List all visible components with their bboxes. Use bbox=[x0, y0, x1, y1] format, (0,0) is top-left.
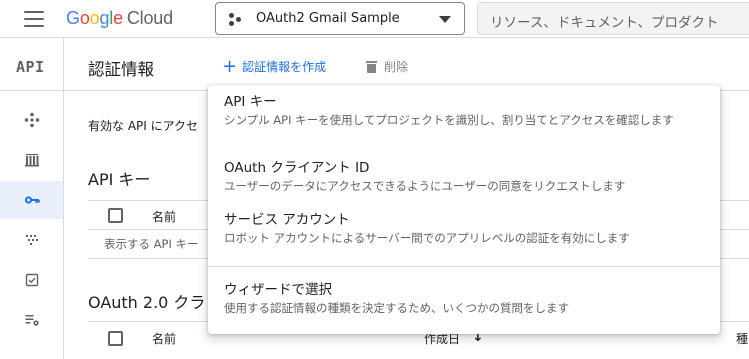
info-text: 有効な API にアクセ bbox=[88, 119, 199, 133]
menu-item-title: OAuth クライアント ID bbox=[224, 160, 370, 176]
consent-screen-icon[interactable] bbox=[0, 221, 63, 259]
menu-item-description: ロボット アカウントによるサーバー間でのアプリレベルの認証を有効にします bbox=[224, 231, 630, 245]
chevron-down-icon bbox=[439, 16, 451, 23]
menu-item-description: シンプル API キーを使用してプロジェクトを識別し、割り当てとアクセスを確認し… bbox=[224, 113, 674, 127]
menu-item-title: ウィザードで選択 bbox=[224, 282, 332, 298]
create-credentials-button[interactable]: + 認証情報を作成 bbox=[222, 55, 327, 77]
trash-icon bbox=[366, 60, 377, 73]
domain-verification-icon[interactable] bbox=[0, 261, 63, 299]
project-name: OAuth2 Gmail Sample bbox=[256, 11, 400, 26]
delete-label: 削除 bbox=[384, 60, 409, 74]
page-usage-settings-icon[interactable] bbox=[0, 301, 63, 339]
search-placeholder: リソース、ドキュメント、プロダクト bbox=[490, 15, 719, 31]
select-all-checkbox[interactable] bbox=[108, 208, 123, 223]
menu-icon[interactable] bbox=[24, 11, 44, 27]
logo-cloud-text: Cloud bbox=[126, 8, 173, 28]
menu-item-api-key[interactable]: API キー シンプル API キーを使用してプロジェクトを識別し、割り当てとア… bbox=[224, 93, 704, 129]
google-cloud-logo[interactable]: Google Cloud bbox=[66, 8, 173, 29]
top-app-bar: Google Cloud OAuth2 Gmail Sample リソース、ドキュ… bbox=[0, 0, 749, 38]
api-keys-empty-text: 表示する API キー bbox=[104, 237, 199, 251]
page-title: 認証情報 bbox=[88, 60, 154, 79]
search-input[interactable]: リソース、ドキュメント、プロダクト bbox=[477, 2, 749, 35]
project-selector[interactable]: OAuth2 Gmail Sample bbox=[215, 2, 465, 35]
menu-item-title: サービス アカウント bbox=[224, 212, 350, 228]
library-icon[interactable] bbox=[0, 141, 63, 179]
api-keys-name-header[interactable]: 名前 bbox=[152, 208, 176, 225]
menu-item-oauth-client-id[interactable]: OAuth クライアント ID ユーザーのデータにアクセスできるようにユーザーの… bbox=[224, 159, 704, 195]
menu-item-description: ユーザーのデータにアクセスできるようにユーザーの同意をリクエストします bbox=[224, 179, 626, 193]
api-logo: API bbox=[16, 58, 45, 76]
oauth-section-title: OAuth 2.0 クラ bbox=[88, 293, 206, 312]
key-icon[interactable] bbox=[0, 181, 63, 219]
delete-button[interactable]: 削除 bbox=[366, 58, 408, 75]
api-side-rail: API bbox=[0, 38, 64, 359]
plus-icon: + bbox=[222, 55, 238, 77]
type-header[interactable]: 種 bbox=[736, 330, 748, 347]
menu-item-description: 使用する認証情報の種類を決定するため、いくつかの質問をします bbox=[224, 301, 569, 315]
menu-item-help-me-choose[interactable]: ウィザードで選択 使用する認証情報の種類を決定するため、いくつかの質問をします bbox=[224, 281, 704, 317]
dashboard-icon[interactable] bbox=[0, 101, 63, 139]
menu-divider bbox=[208, 266, 720, 267]
menu-item-title: API キー bbox=[224, 94, 277, 110]
create-credentials-menu: API キー シンプル API キーを使用してプロジェクトを識別し、割り当てとア… bbox=[208, 85, 720, 334]
select-all-checkbox[interactable] bbox=[108, 331, 123, 346]
oauth-name-header[interactable]: 名前 bbox=[152, 330, 176, 347]
create-credentials-label: 認証情報を作成 bbox=[242, 60, 327, 74]
api-keys-section-title: API キー bbox=[88, 170, 151, 189]
menu-item-service-account[interactable]: サービス アカウント ロボット アカウントによるサーバー間でのアプリレベルの認証… bbox=[224, 211, 704, 247]
rail-divider bbox=[0, 90, 63, 91]
logo-google-text: Google bbox=[66, 8, 123, 28]
project-icon bbox=[229, 13, 241, 26]
